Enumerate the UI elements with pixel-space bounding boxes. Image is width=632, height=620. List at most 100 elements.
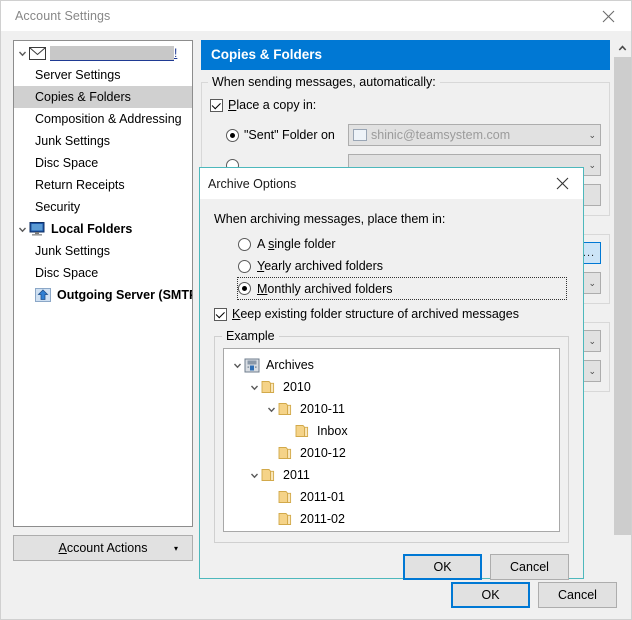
- dialog-ok-button[interactable]: OK: [403, 554, 482, 580]
- close-icon[interactable]: [541, 168, 583, 199]
- opt2-mnemonic: M: [257, 282, 267, 296]
- option-yearly-folders-label: Yearly archived folders: [257, 259, 383, 273]
- chevron-down-icon[interactable]: ⌄: [588, 336, 596, 347]
- folder-icon: [278, 402, 295, 417]
- radio-yearly-folders[interactable]: [238, 260, 251, 273]
- account-settings-window: Account Settings: [0, 0, 632, 620]
- chevron-down-icon[interactable]: [16, 225, 29, 234]
- example-folder-tree[interactable]: Archives 2: [223, 348, 560, 532]
- radio-single-folder[interactable]: [238, 238, 251, 251]
- example-tree-row[interactable]: 2011-02: [224, 508, 559, 530]
- sidebar-item-label: Disc Space: [35, 266, 98, 280]
- keep-structure-checkbox[interactable]: [214, 308, 227, 321]
- chevron-down-icon[interactable]: [247, 383, 261, 392]
- sent-folder-combo[interactable]: shinic@teamsystem.com ⌄: [348, 124, 601, 146]
- sidebar-item-label: Junk Settings: [35, 244, 110, 258]
- sidebar-item-label: Junk Settings: [35, 134, 110, 148]
- settings-scrollbar[interactable]: [614, 40, 631, 571]
- account-actions-button[interactable]: Account Actions ▾: [13, 535, 193, 561]
- sidebar-item-account[interactable]: !: [14, 42, 192, 64]
- sidebar-item-disc-space[interactable]: Disc Space: [14, 152, 192, 174]
- scrollbar-thumb[interactable]: [614, 57, 631, 535]
- chevron-down-icon[interactable]: [230, 361, 244, 370]
- example-tree-row[interactable]: 2011: [224, 464, 559, 486]
- chevron-down-icon[interactable]: ⌄: [588, 160, 596, 171]
- account-email-redacted: [50, 46, 174, 61]
- sidebar-item-return-receipts[interactable]: Return Receipts: [14, 174, 192, 196]
- opt0-after: ingle folder: [274, 237, 335, 251]
- sidebar-item-local-junk-settings[interactable]: Junk Settings: [14, 240, 192, 262]
- chevron-down-icon[interactable]: ⌄: [588, 366, 596, 377]
- account-actions-mnemonic: A: [59, 541, 67, 555]
- option-monthly-folders-label: Monthly archived folders: [257, 282, 393, 296]
- dialog-content: When archiving messages, place them in: …: [200, 199, 583, 543]
- sidebar-item-server-settings[interactable]: Server Settings: [14, 64, 192, 86]
- account-email-tail: !: [174, 46, 177, 60]
- example-tree-label: Archives: [266, 358, 318, 372]
- place-copy-row: Place a copy in:: [210, 93, 601, 117]
- monitor-icon: [29, 222, 47, 237]
- dialog-title: Archive Options: [208, 177, 296, 191]
- sent-folder-label: "Sent" Folder on: [244, 128, 348, 142]
- envelope-small-icon: [353, 129, 367, 141]
- chevron-down-icon[interactable]: [16, 49, 29, 58]
- example-tree-row[interactable]: Archives: [224, 354, 559, 376]
- caret-down-icon: ▾: [174, 544, 178, 553]
- keep-after: eep existing folder structure of archive…: [240, 307, 519, 321]
- opt0-before: A: [257, 237, 268, 251]
- sidebar-item-label: Security: [35, 200, 80, 214]
- example-tree-row[interactable]: 2011-01: [224, 486, 559, 508]
- example-group: Example: [214, 336, 569, 543]
- dialog-cancel-button[interactable]: Cancel: [490, 554, 569, 580]
- example-tree-label: 2010: [283, 380, 315, 394]
- option-yearly-folders[interactable]: Yearly archived folders: [238, 255, 569, 277]
- sidebar-item-junk-settings[interactable]: Junk Settings: [14, 130, 192, 152]
- archive-options-dialog: Archive Options When archiving messages,…: [199, 167, 584, 579]
- folder-icon: [295, 424, 312, 439]
- folder-icon: [278, 512, 295, 527]
- sidebar-item-label: Outgoing Server (SMTP): [57, 288, 193, 302]
- example-tree-label: 2010-11: [300, 402, 349, 416]
- radio-monthly-folders[interactable]: [238, 282, 251, 295]
- dialog-titlebar: Archive Options: [200, 168, 583, 199]
- sidebar-item-outgoing-server[interactable]: Outgoing Server (SMTP): [14, 284, 192, 306]
- chevron-down-icon[interactable]: ⌄: [588, 278, 596, 289]
- account-tree[interactable]: ! Server Settings Copies & Folders Compo…: [13, 40, 193, 527]
- folder-icon: [261, 380, 278, 395]
- chevron-down-icon[interactable]: ⌄: [588, 130, 596, 141]
- dialog-footer: OK Cancel: [200, 543, 583, 591]
- sending-group-legend: When sending messages, automatically:: [208, 75, 440, 89]
- example-tree-row[interactable]: Inbox: [224, 420, 559, 442]
- place-copy-rest: lace a copy in:: [236, 98, 316, 112]
- sidebar-item-local-disc-space[interactable]: Disc Space: [14, 262, 192, 284]
- example-tree-row[interactable]: 2010: [224, 376, 559, 398]
- chevron-down-icon[interactable]: [264, 405, 278, 414]
- archive-icon: [244, 358, 261, 373]
- example-tree-row[interactable]: 2010-12: [224, 442, 559, 464]
- sidebar-item-composition-addressing[interactable]: Composition & Addressing: [14, 108, 192, 130]
- sidebar-item-label: Disc Space: [35, 156, 98, 170]
- folder-icon: [278, 490, 295, 505]
- sidebar-item-label: Local Folders: [51, 222, 132, 236]
- sent-folder-radio[interactable]: [226, 129, 239, 142]
- outgoing-server-icon: [35, 288, 53, 303]
- example-group-legend: Example: [222, 329, 279, 343]
- sidebar-item-local-folders[interactable]: Local Folders: [14, 218, 192, 240]
- example-tree-row[interactable]: 2010-11: [224, 398, 559, 420]
- sidebar-item-security[interactable]: Security: [14, 196, 192, 218]
- option-monthly-folders[interactable]: Monthly archived folders: [237, 277, 567, 300]
- account-actions-wrap: Account Actions ▾: [13, 527, 193, 571]
- account-actions-label: Account Actions: [59, 541, 148, 555]
- place-copy-checkbox[interactable]: [210, 99, 223, 112]
- sidebar-item-label: Copies & Folders: [35, 90, 131, 104]
- sidebar-item-label: Server Settings: [35, 68, 120, 82]
- sidebar-item-copies-folders[interactable]: Copies & Folders: [14, 86, 192, 108]
- keep-structure-row[interactable]: Keep existing folder structure of archiv…: [214, 303, 569, 325]
- sent-folder-value: shinic@teamsystem.com: [371, 128, 510, 142]
- option-single-folder-label: A single folder: [257, 237, 336, 251]
- example-tree-label: Inbox: [317, 424, 352, 438]
- chevron-down-icon[interactable]: [247, 471, 261, 480]
- scroll-up-icon[interactable]: [614, 40, 631, 57]
- close-icon[interactable]: [586, 1, 631, 31]
- option-single-folder[interactable]: A single folder: [238, 233, 569, 255]
